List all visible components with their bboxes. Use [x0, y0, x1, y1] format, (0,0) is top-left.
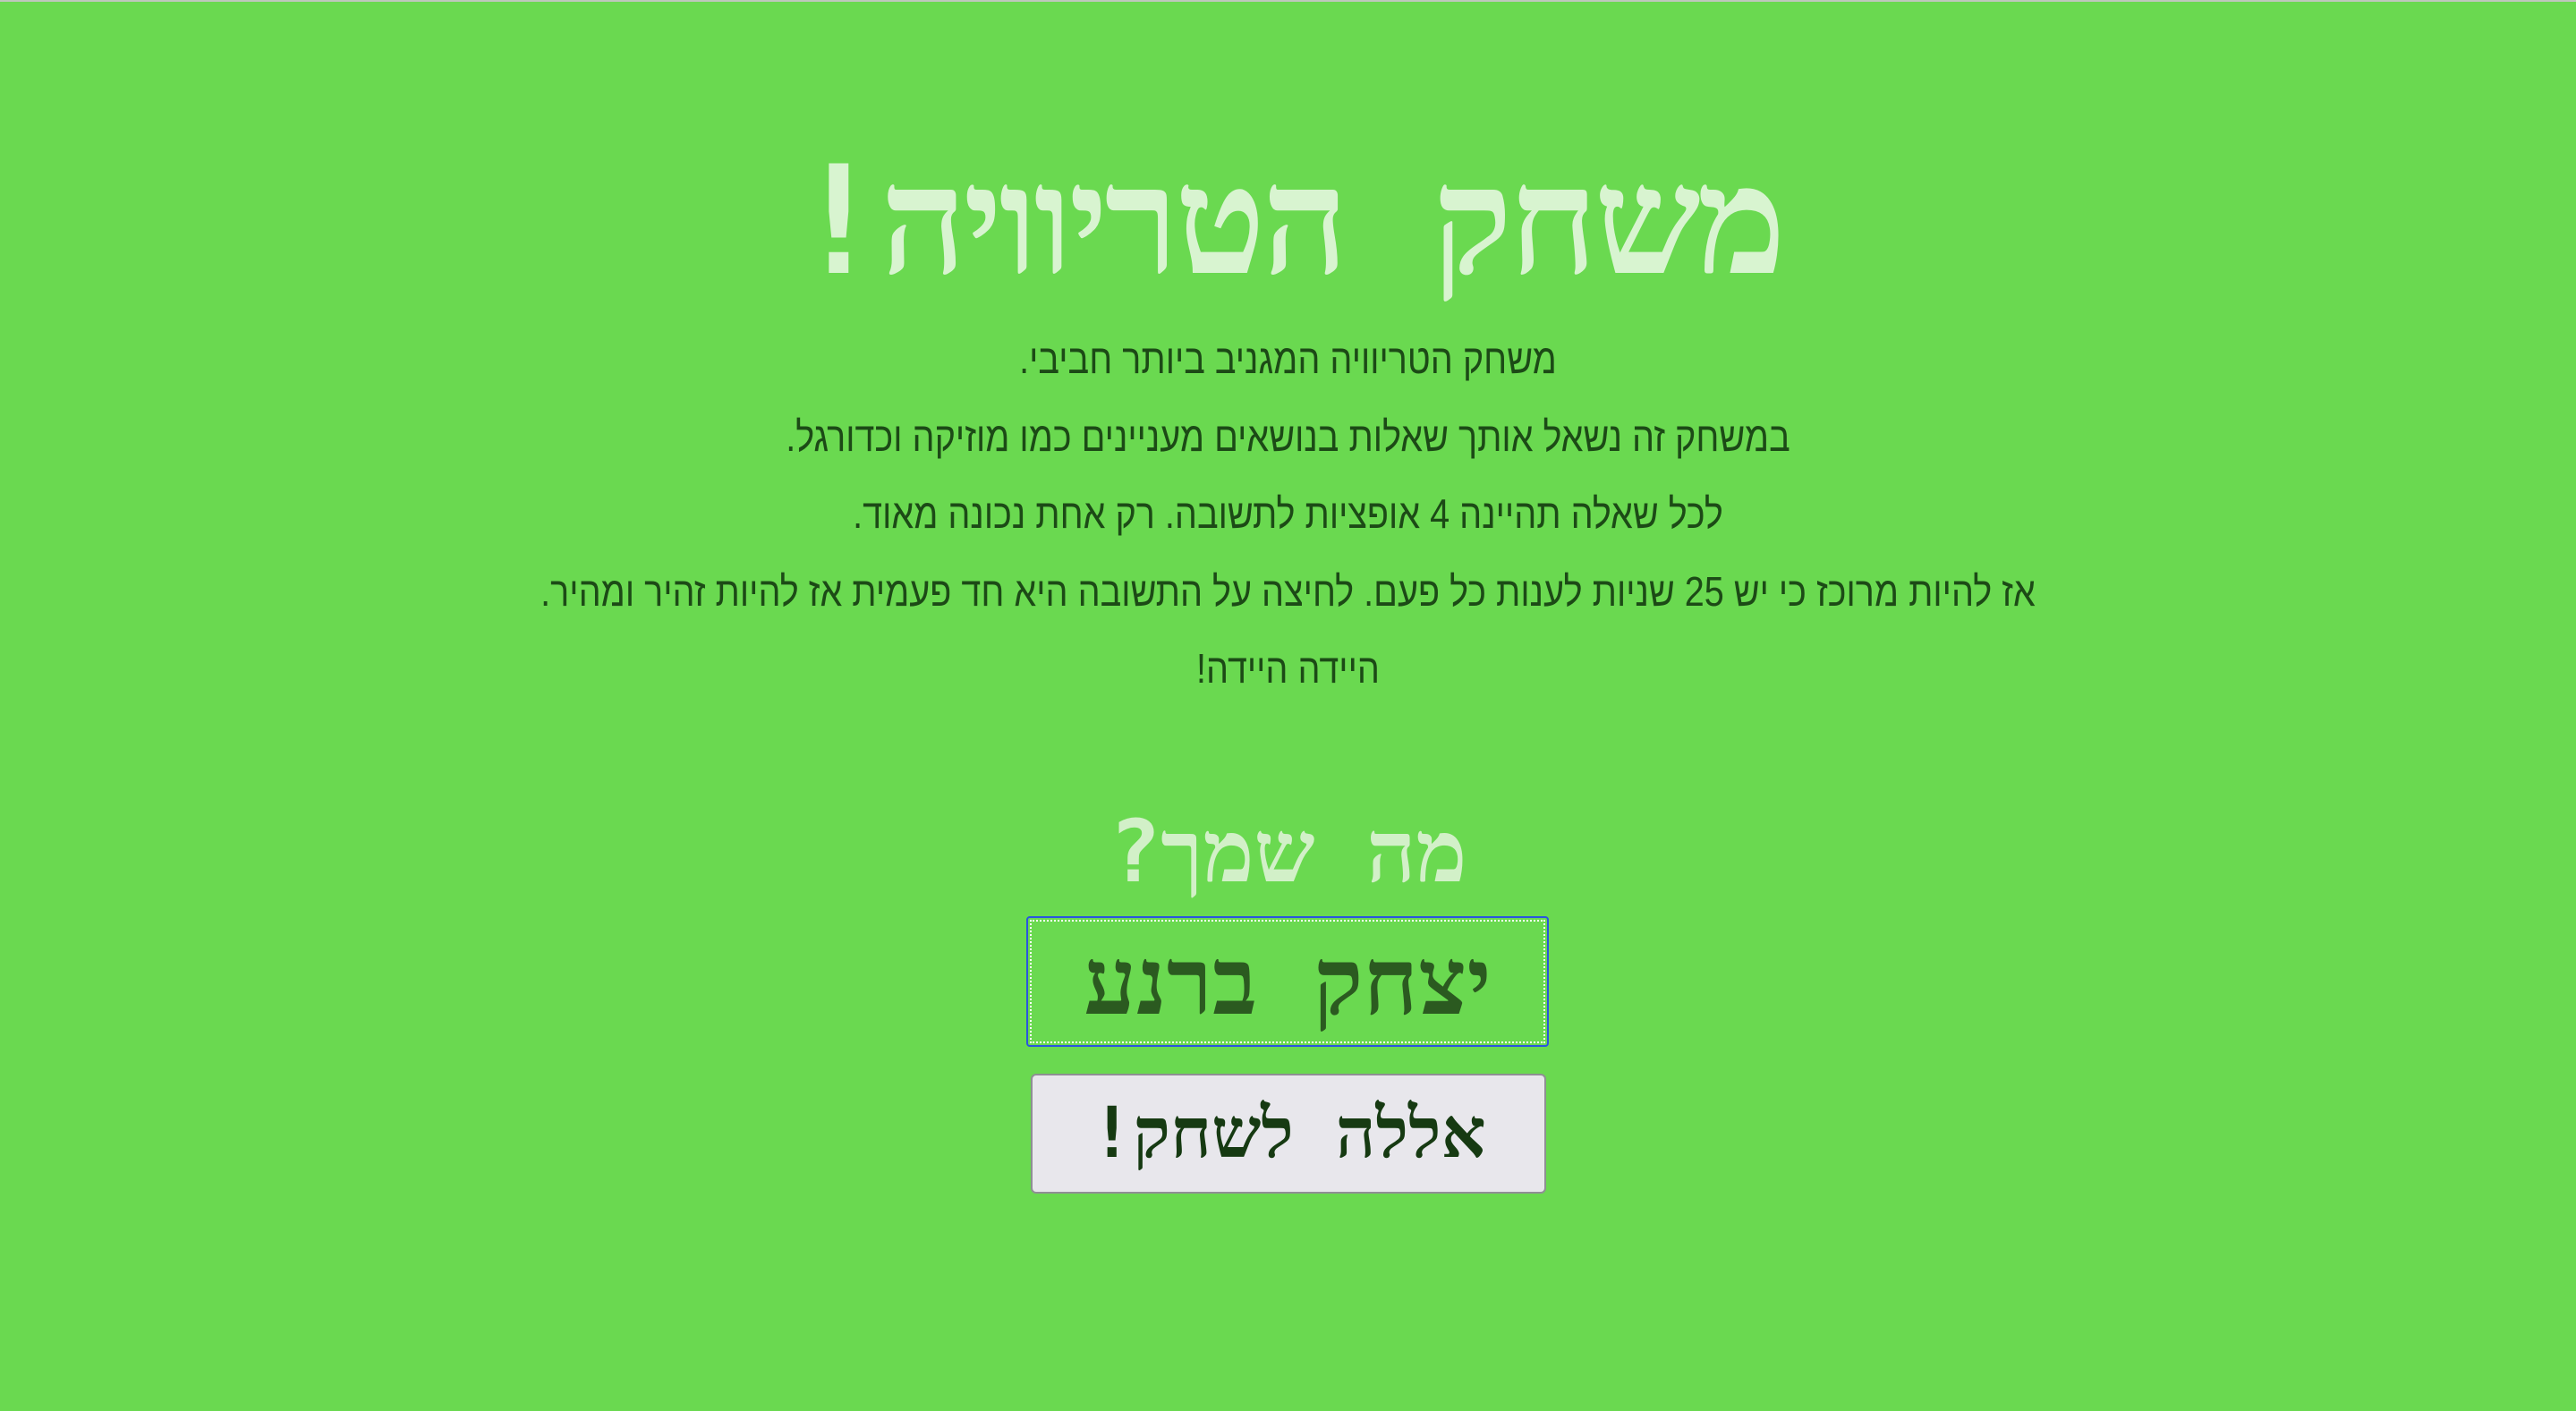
name-prompt: מה שמך? — [1109, 802, 1467, 902]
player-name-input[interactable] — [1026, 916, 1549, 1047]
page-title: משחק הטריוויה! — [793, 133, 1786, 309]
intro-text: משחק הטריוויה המגניב ביותר חביבי. במשחק … — [0, 320, 2576, 708]
play-button[interactable]: אללה לשחק! — [1031, 1074, 1546, 1194]
intro-line: לכל שאלה תהיינה 4 אופציות לתשובה. רק אחת… — [853, 490, 1723, 537]
trivia-start-page: { "game": { "title": "משחק הטריוויה!", "… — [0, 0, 2576, 1411]
intro-line: היידה היידה! — [1196, 645, 1380, 692]
intro-line: אז להיות מרוכז כי יש 25 שניות לענות כל פ… — [540, 567, 2036, 615]
intro-line: משחק הטריוויה המגניב ביותר חביבי. — [1019, 336, 1557, 382]
intro-line: במשחק זה נשאל אותך שאלות בנושאים מענייני… — [786, 412, 1790, 460]
